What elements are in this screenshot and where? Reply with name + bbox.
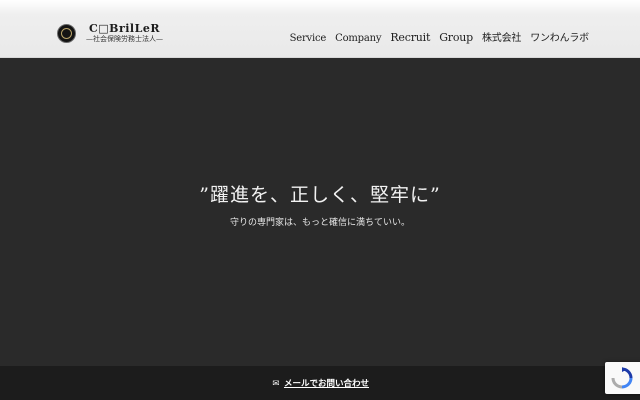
- nav-company[interactable]: Company: [335, 33, 381, 44]
- mail-contact-link[interactable]: ✉ メールでお問い合わせ: [0, 377, 640, 389]
- mail-icon: ✉: [272, 379, 280, 389]
- hero-subtitle: 守りの専門家は、もっと確信に満ちていい。: [229, 218, 410, 228]
- contact-bar: ✉ メールでお問い合わせ: [0, 366, 640, 400]
- hero-title: ”躍進を、正しく、堅牢に”: [199, 184, 441, 206]
- logo-subtitle: —社会保険労務士法人—: [86, 35, 163, 43]
- recaptcha-badge[interactable]: [605, 362, 640, 394]
- main-nav: Service Company Recruit Group 株式会社 ワンわんラ…: [290, 29, 590, 44]
- nav-recruit[interactable]: Recruit: [390, 31, 430, 44]
- hero-section: ”躍進を、正しく、堅牢に” 守りの専門家は、もっと確信に満ちていい。: [0, 58, 640, 366]
- contact-label: メールでお問い合わせ: [283, 379, 369, 389]
- site-header: C□BrilLeR —社会保険労務士法人— Service Company Re…: [0, 0, 640, 58]
- recaptcha-icon: [611, 367, 633, 389]
- logo-name[interactable]: C□BrilLeR: [89, 22, 160, 35]
- nav-wanwan-labo[interactable]: ワンわんラボ: [530, 29, 589, 44]
- nav-kabushiki-kaisha[interactable]: 株式会社: [482, 29, 521, 44]
- emblem-icon[interactable]: [57, 24, 76, 43]
- nav-service[interactable]: Service: [290, 33, 327, 44]
- nav-group[interactable]: Group: [439, 31, 473, 44]
